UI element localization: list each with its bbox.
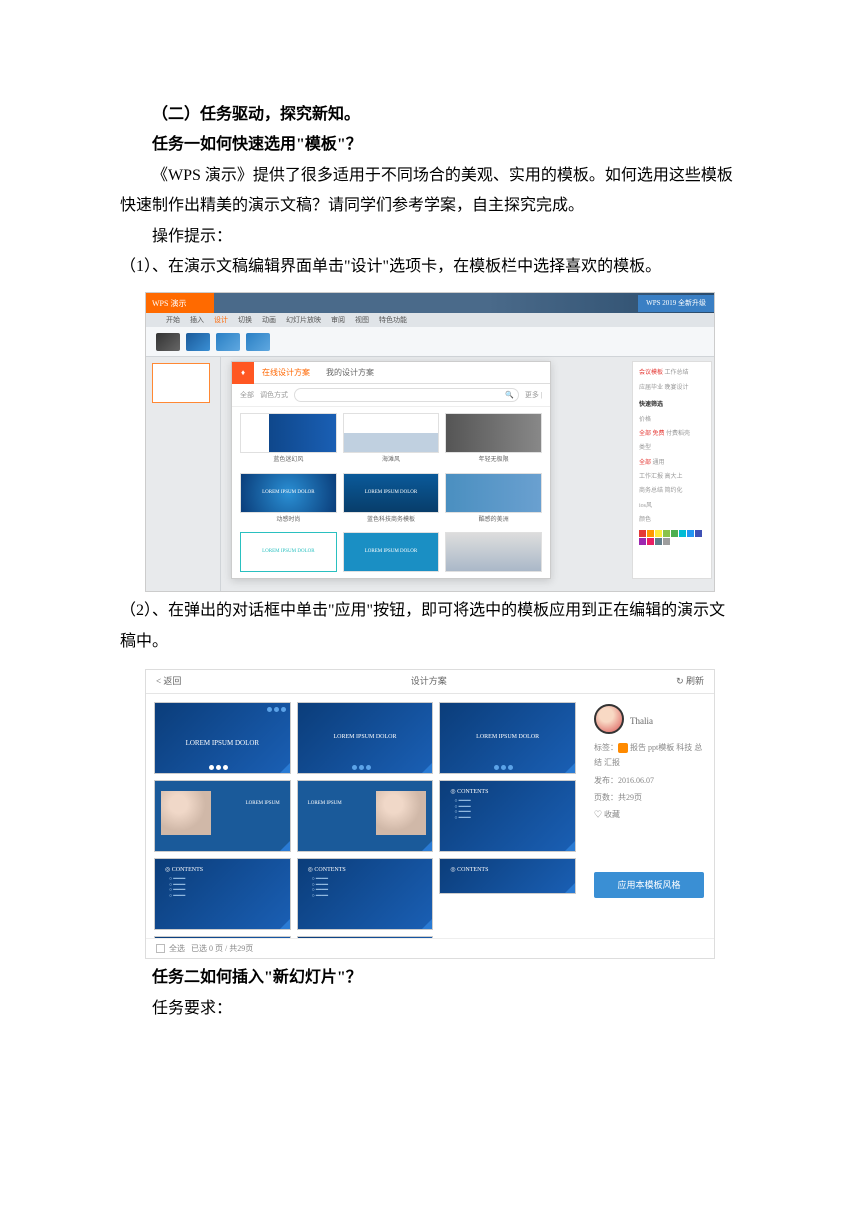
- quick-filter-label: 快速筛选: [639, 400, 705, 411]
- tab-design[interactable]: 设计: [214, 314, 228, 327]
- scheme-thumb[interactable]: ◎ CONTENTS ○ ━━━━○ ━━━━○ ━━━━○ ━━━━: [439, 780, 576, 852]
- template-dialog: ♦ 在线设计方案 我的设计方案 全部 调色方式 🔍 更多 | 蓝色迷幻风: [231, 361, 551, 579]
- template-name[interactable]: 年轻无极限: [445, 455, 542, 466]
- color-label: 颜色: [639, 515, 705, 526]
- template-grid: 蓝色迷幻风 海滩风 年轻无极限 LOREM IPSUM DOLOR动感时尚 LO…: [232, 407, 550, 580]
- scheme-thumb[interactable]: ◎ CONTENTS ○ ━━━━○ ━━━━○ ━━━━○ ━━━━: [297, 858, 434, 930]
- avatar: [594, 704, 624, 734]
- template-name[interactable]: 蓝色科技商务模板: [343, 515, 440, 526]
- wps-brand: WPS 演示: [152, 296, 186, 311]
- select-all-label[interactable]: 全选: [169, 941, 185, 956]
- selection-info: 已选 0 页 / 共29页: [191, 941, 253, 956]
- select-all-checkbox[interactable]: [156, 944, 165, 953]
- back-button[interactable]: < 返回: [156, 673, 181, 690]
- date-row: 发布：2016.06.07: [594, 773, 704, 788]
- tab-view[interactable]: 视图: [355, 314, 369, 327]
- favorite-button[interactable]: ♡ 收藏: [594, 807, 704, 822]
- pages-row: 页数：共29页: [594, 790, 704, 805]
- tab-insert[interactable]: 插入: [190, 314, 204, 327]
- wps-main-tabs: 开始 插入 设计 切换 动画 幻灯片放映 审阅 视图 特色功能: [146, 313, 714, 327]
- scheme-info-panel: Thalia 标签：报告 ppt模板 科技 总结 汇报 发布：2016.06.0…: [584, 694, 714, 938]
- cat-item[interactable]: 应届毕业: [639, 385, 663, 391]
- slide-thumbnail[interactable]: [152, 363, 210, 403]
- scheme-thumb[interactable]: LOREM IPSUM DOLOR: [297, 936, 434, 938]
- search-input[interactable]: 🔍: [294, 388, 519, 402]
- search-more[interactable]: 更多 |: [525, 389, 542, 402]
- wps-screenshot: WPS 演示 WPS 2019 全新升级 开始 插入 设计 切换 动画 幻灯片放…: [145, 292, 715, 592]
- slide-panel: [146, 357, 221, 591]
- cat-item[interactable]: 晚宴设计: [665, 385, 689, 391]
- price-label: 价格: [639, 415, 705, 426]
- cat-item[interactable]: 工作总结: [665, 370, 689, 376]
- ribbon-template-thumb[interactable]: [186, 333, 210, 351]
- task2-title: 任务二如何插入"新幻灯片"？: [120, 963, 740, 993]
- wps-upgrade-badge[interactable]: WPS 2019 全新升级: [638, 295, 714, 312]
- ribbon-template-thumb[interactable]: [246, 333, 270, 351]
- wps-ribbon: [146, 327, 714, 357]
- scheme-thumb[interactable]: LOREM IPSUM DOLOR: [439, 702, 576, 774]
- tab-start[interactable]: 开始: [166, 314, 180, 327]
- tab-feature[interactable]: 特色功能: [379, 314, 407, 327]
- search-filter[interactable]: 全部: [240, 389, 254, 402]
- task1-intro: 《WPS 演示》提供了很多适用于不同场合的美观、实用的模板。如何选用这些模板快速…: [120, 161, 740, 222]
- scheme-thumb[interactable]: LOREM IPSUM: [297, 780, 434, 852]
- task2-requirement: 任务要求：: [120, 994, 740, 1024]
- scheme-footer: 全选 已选 0 页 / 共29页: [146, 938, 714, 958]
- type-label: 类型: [639, 443, 705, 454]
- ribbon-template-thumb[interactable]: [216, 333, 240, 351]
- dialog-title: 设计方案: [411, 673, 447, 690]
- scheme-thumb[interactable]: LOREM IPSUM DOLOR: [297, 702, 434, 774]
- design-scheme-screenshot: < 返回 设计方案 ↻ 刷新 LOREM IPSUM DOLOR LOREM I…: [145, 669, 715, 959]
- tags-row: 标签：报告 ppt模板 科技 总结 汇报: [594, 740, 704, 770]
- filter-sidebar: 会议模板 工作总结 应届毕业 晚宴设计 快速筛选 价格 全部 免费 付费稻壳 类…: [632, 361, 712, 579]
- flame-icon: ♦: [232, 362, 254, 384]
- scheme-thumb[interactable]: LOREM IPSUM: [154, 780, 291, 852]
- apply-button[interactable]: 应用本模板风格: [594, 872, 704, 898]
- wps-title-bar: WPS 演示 WPS 2019 全新升级: [146, 293, 714, 313]
- scheme-thumb[interactable]: ◎ CONTENTS ○ ━━━━○ ━━━━○ ━━━━○ ━━━━: [154, 858, 291, 930]
- step-1: （1）、在演示文稿编辑界面单击"设计"选项卡，在模板栏中选择喜欢的模板。: [120, 252, 740, 282]
- step-2: （2）、在弹出的对话框中单击"应用"按钮，即可将选中的模板应用到正在编辑的演示文…: [120, 596, 740, 657]
- color-swatches[interactable]: [639, 530, 705, 545]
- scheme-thumb[interactable]: [154, 936, 291, 938]
- operation-hint: 操作提示：: [120, 222, 740, 252]
- tab-animation[interactable]: 动画: [262, 314, 276, 327]
- search-filter[interactable]: 调色方式: [260, 389, 288, 402]
- template-name[interactable]: 海滩风: [343, 455, 440, 466]
- tab-slideshow[interactable]: 幻灯片放映: [286, 314, 321, 327]
- refresh-button[interactable]: ↻ 刷新: [676, 673, 704, 690]
- tag-badge-icon: [618, 743, 628, 753]
- dialog-tab-online[interactable]: 在线设计方案: [254, 365, 318, 380]
- wps-canvas: ♦ 在线设计方案 我的设计方案 全部 调色方式 🔍 更多 | 蓝色迷幻风: [221, 357, 714, 591]
- tab-transition[interactable]: 切换: [238, 314, 252, 327]
- ribbon-template-thumb[interactable]: [156, 333, 180, 351]
- section-heading: （二）任务驱动，探究新知。: [120, 100, 740, 130]
- scheme-thumb[interactable]: LOREM IPSUM DOLOR: [154, 702, 291, 774]
- template-name[interactable]: 动感时尚: [240, 515, 337, 526]
- task1-title: 任务一如何快速选用"模板"？: [120, 130, 740, 160]
- scheme-thumb[interactable]: ◎ CONTENTS: [439, 858, 576, 894]
- author-name: Thalia: [630, 713, 653, 730]
- search-icon: 🔍: [505, 389, 514, 402]
- template-name[interactable]: 酷感的美洲: [445, 515, 542, 526]
- scheme-grid: LOREM IPSUM DOLOR LOREM IPSUM DOLOR LORE…: [154, 702, 576, 938]
- template-name[interactable]: 蓝色迷幻风: [240, 455, 337, 466]
- dialog-tab-mine[interactable]: 我的设计方案: [318, 365, 382, 380]
- tab-review[interactable]: 审阅: [331, 314, 345, 327]
- cat-item[interactable]: 会议模板: [639, 370, 663, 376]
